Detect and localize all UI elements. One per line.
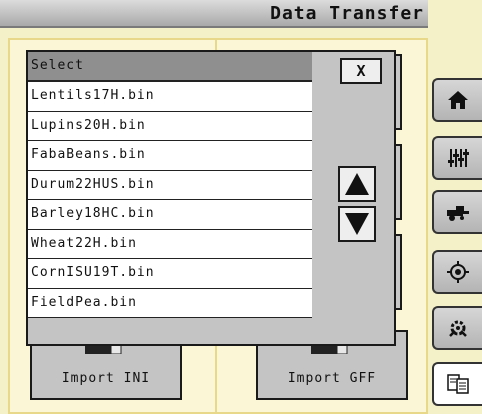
page-title: Data Transfer [270, 3, 424, 24]
right-sidebar [428, 0, 482, 414]
harvester-icon [447, 206, 469, 221]
file-list-item[interactable]: FieldPea.bin [28, 288, 312, 318]
file-list-item[interactable]: Lentils17H.bin [28, 82, 312, 112]
file-list: Lentils17H.bin Lupins20H.bin FabaBeans.b… [28, 82, 312, 318]
sliders-button[interactable] [432, 136, 482, 180]
file-list-item[interactable]: Lupins20H.bin [28, 111, 312, 141]
harvester-button[interactable] [432, 190, 482, 234]
arrow-up-icon [345, 173, 369, 195]
home-icon [448, 91, 468, 109]
gear-tools-icon [449, 320, 467, 337]
file-list-item[interactable]: CornISU19T.bin [28, 259, 312, 289]
sliders-icon [448, 149, 469, 167]
data-transfer-icon [447, 374, 469, 394]
file-list-item[interactable]: Wheat22H.bin [28, 229, 312, 259]
dialog-header: Select [28, 52, 312, 82]
close-button[interactable]: X [340, 58, 382, 84]
file-list-item[interactable]: Barley18HC.bin [28, 200, 312, 230]
import-gff-label: Import GFF [287, 371, 377, 386]
data-transfer-button[interactable] [432, 362, 482, 406]
scroll-up-button[interactable] [338, 166, 376, 202]
scroll-down-button[interactable] [338, 206, 376, 242]
file-list-item[interactable]: FabaBeans.bin [28, 141, 312, 171]
import-ini-label: Import INI [61, 371, 151, 386]
file-list-item[interactable]: Durum22HUS.bin [28, 170, 312, 200]
target-icon [447, 261, 469, 283]
home-button[interactable] [432, 78, 482, 122]
title-bar: Data Transfer [0, 0, 428, 28]
settings-button[interactable] [432, 306, 482, 350]
guidance-button[interactable] [432, 250, 482, 294]
select-file-dialog: Select Lentils17H.bin Lupins20H.bin Faba… [26, 50, 396, 346]
arrow-down-icon [345, 213, 369, 235]
